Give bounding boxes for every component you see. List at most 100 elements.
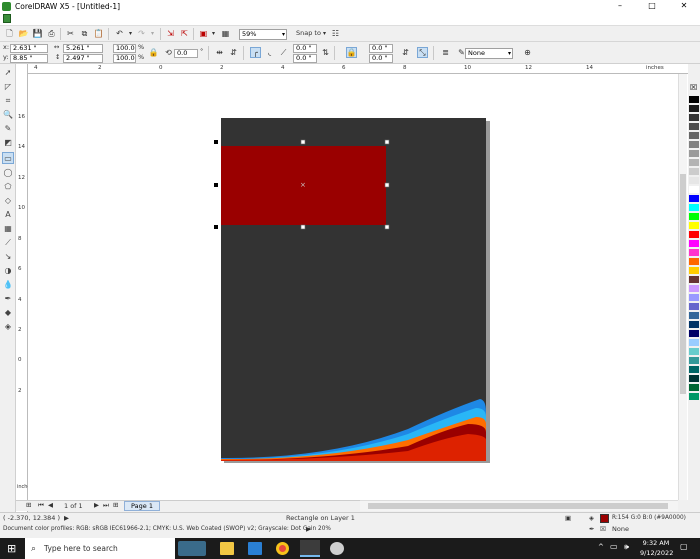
maximize-button[interactable]: □ (636, 0, 668, 12)
clock-date[interactable]: 9/12/2022 (640, 549, 673, 557)
table-tool-icon[interactable]: ▦ (2, 223, 14, 235)
vertical-ruler[interactable]: 16 14 12 10 8 6 4 2 0 2 inches (16, 64, 33, 512)
color-management-icon[interactable]: ▣ (565, 514, 571, 523)
palette-swatch[interactable] (689, 375, 699, 382)
profiles-arrow-icon[interactable]: ▶ (306, 525, 311, 534)
no-color-swatch[interactable]: ☒ (690, 84, 697, 92)
palette-swatch[interactable] (689, 357, 699, 364)
cut-icon[interactable]: ✂ (65, 28, 76, 39)
options-icon[interactable]: ☷ (330, 28, 341, 39)
redo-dropdown-icon[interactable]: ▾ (147, 28, 158, 39)
undo-icon[interactable]: ↶ (114, 28, 125, 39)
palette-swatch[interactable] (689, 168, 699, 175)
palette-swatch[interactable] (689, 186, 699, 193)
outline-none-icon[interactable]: ☒ (600, 525, 606, 534)
coords-arrow-icon[interactable]: ▶ (64, 514, 69, 523)
snap-to-arrow-icon[interactable]: ▾ (319, 28, 330, 39)
save-icon[interactable]: 💾 (32, 28, 43, 39)
y-position-field[interactable]: 8.85 " (10, 54, 48, 63)
text-tool-icon[interactable]: A (2, 209, 14, 221)
connector-tool-icon[interactable]: ↘ (2, 251, 14, 263)
palette-swatch[interactable] (689, 96, 699, 103)
horizontal-scroll-thumb[interactable] (368, 503, 668, 509)
palette-swatch[interactable] (689, 141, 699, 148)
page-insert-icon[interactable]: ⊞ (26, 501, 31, 510)
undo-dropdown-icon[interactable]: ▾ (125, 28, 136, 39)
palette-swatch[interactable] (689, 123, 699, 130)
add-page-icon[interactable]: ⊞ (113, 501, 118, 510)
corner-radius-bottom-left[interactable]: 0.0 " (293, 54, 317, 63)
network-icon[interactable]: ▭ (610, 542, 618, 551)
chrome-icon[interactable] (276, 542, 289, 555)
vertical-scroll-thumb[interactable] (680, 174, 686, 394)
relative-corner-scaling-icon[interactable]: ⤡ (417, 47, 428, 58)
file-explorer-icon[interactable] (220, 542, 234, 555)
palette-swatch[interactable] (689, 114, 699, 121)
drawing-canvas[interactable]: × (28, 74, 688, 500)
pick-tool-icon[interactable]: ➚ (2, 67, 14, 79)
corner-radius-top-left[interactable]: 0.0 " (293, 44, 317, 53)
scale-width-field[interactable]: 100.0 (113, 44, 136, 53)
width-field[interactable]: 5.261 " (63, 44, 103, 53)
palette-swatch[interactable] (689, 384, 699, 391)
palette-swatch[interactable] (689, 150, 699, 157)
snap-to-dropdown[interactable]: Snap to (296, 29, 321, 38)
vertical-scrollbar[interactable] (678, 74, 687, 500)
mirror-vertical-icon[interactable]: ⇵ (228, 47, 239, 58)
color-palette[interactable]: ☒ (688, 84, 700, 496)
palette-swatch[interactable] (689, 132, 699, 139)
taskbar-search-box[interactable]: ⌕ Type here to search (25, 538, 175, 559)
horizontal-scrollbar[interactable] (360, 500, 678, 511)
last-page-icon[interactable]: ⏭ (103, 501, 109, 510)
welcome-screen-icon[interactable]: ▦ (220, 28, 231, 39)
outline-tool-icon[interactable]: ✒ (2, 293, 14, 305)
corner-lock-icon[interactable]: ⇅ (320, 47, 331, 58)
zoom-tool-icon[interactable]: 🔍 (2, 109, 14, 121)
zoom-levels-dropdown[interactable]: 59% (239, 29, 287, 40)
palette-swatch[interactable] (689, 222, 699, 229)
scale-height-field[interactable]: 100.0 (113, 54, 136, 63)
palette-swatch[interactable] (689, 366, 699, 373)
convert-to-curves-icon[interactable]: ⊕ (522, 47, 533, 58)
palette-swatch[interactable] (689, 105, 699, 112)
height-field[interactable]: 2.497 " (63, 54, 103, 63)
import-icon[interactable]: ⇲ (165, 28, 176, 39)
palette-swatch[interactable] (689, 321, 699, 328)
shape-tool-icon[interactable]: ◸ (2, 81, 14, 93)
palette-swatch[interactable] (689, 276, 699, 283)
minimize-button[interactable]: – (604, 0, 636, 12)
application-launcher-dropdown-icon[interactable]: ▾ (208, 28, 219, 39)
coreldraw-taskbar-icon[interactable] (300, 540, 320, 557)
palette-swatch[interactable] (689, 267, 699, 274)
rotation-angle-field[interactable]: 0.0 (174, 49, 198, 58)
rectangle-tool-icon[interactable]: ▭ (2, 152, 14, 164)
document-icon[interactable] (3, 14, 11, 23)
corner-radius-top-right[interactable]: 0.0 " (369, 44, 393, 53)
app-taskbar-icon[interactable] (330, 542, 344, 555)
palette-swatch[interactable] (689, 159, 699, 166)
palette-swatch[interactable] (689, 213, 699, 220)
open-icon[interactable]: 📂 (18, 28, 29, 39)
windows-start-icon[interactable]: ⊞ (7, 542, 16, 555)
blend-tool-icon[interactable]: ◑ (2, 265, 14, 277)
freehand-tool-icon[interactable]: ✎ (2, 123, 14, 135)
palette-swatch[interactable] (689, 240, 699, 247)
chamfered-corner-icon[interactable]: ⟋ (278, 47, 289, 58)
palette-swatch[interactable] (689, 204, 699, 211)
horizontal-ruler[interactable]: 4 2 0 2 4 6 8 10 12 14 inches (28, 64, 688, 74)
interactive-fill-icon[interactable]: ◈ (2, 321, 14, 333)
copy-icon[interactable]: ⧉ (79, 28, 90, 39)
ellipse-tool-icon[interactable]: ◯ (2, 167, 14, 179)
volume-icon[interactable]: 🕪 (624, 542, 629, 552)
palette-swatch[interactable] (689, 312, 699, 319)
x-position-field[interactable]: 2.631 " (10, 44, 48, 53)
news-widget-icon[interactable] (178, 541, 206, 556)
next-page-icon[interactable]: ▶ (94, 501, 99, 510)
scalloped-corner-icon[interactable]: ◟ (264, 47, 275, 58)
page-artwork[interactable]: × (28, 74, 688, 500)
palette-swatch[interactable] (689, 339, 699, 346)
edit-together-lock-icon[interactable]: 🔒 (346, 47, 357, 58)
palette-swatch[interactable] (689, 330, 699, 337)
palette-swatch[interactable] (689, 303, 699, 310)
palette-swatch[interactable] (689, 258, 699, 265)
